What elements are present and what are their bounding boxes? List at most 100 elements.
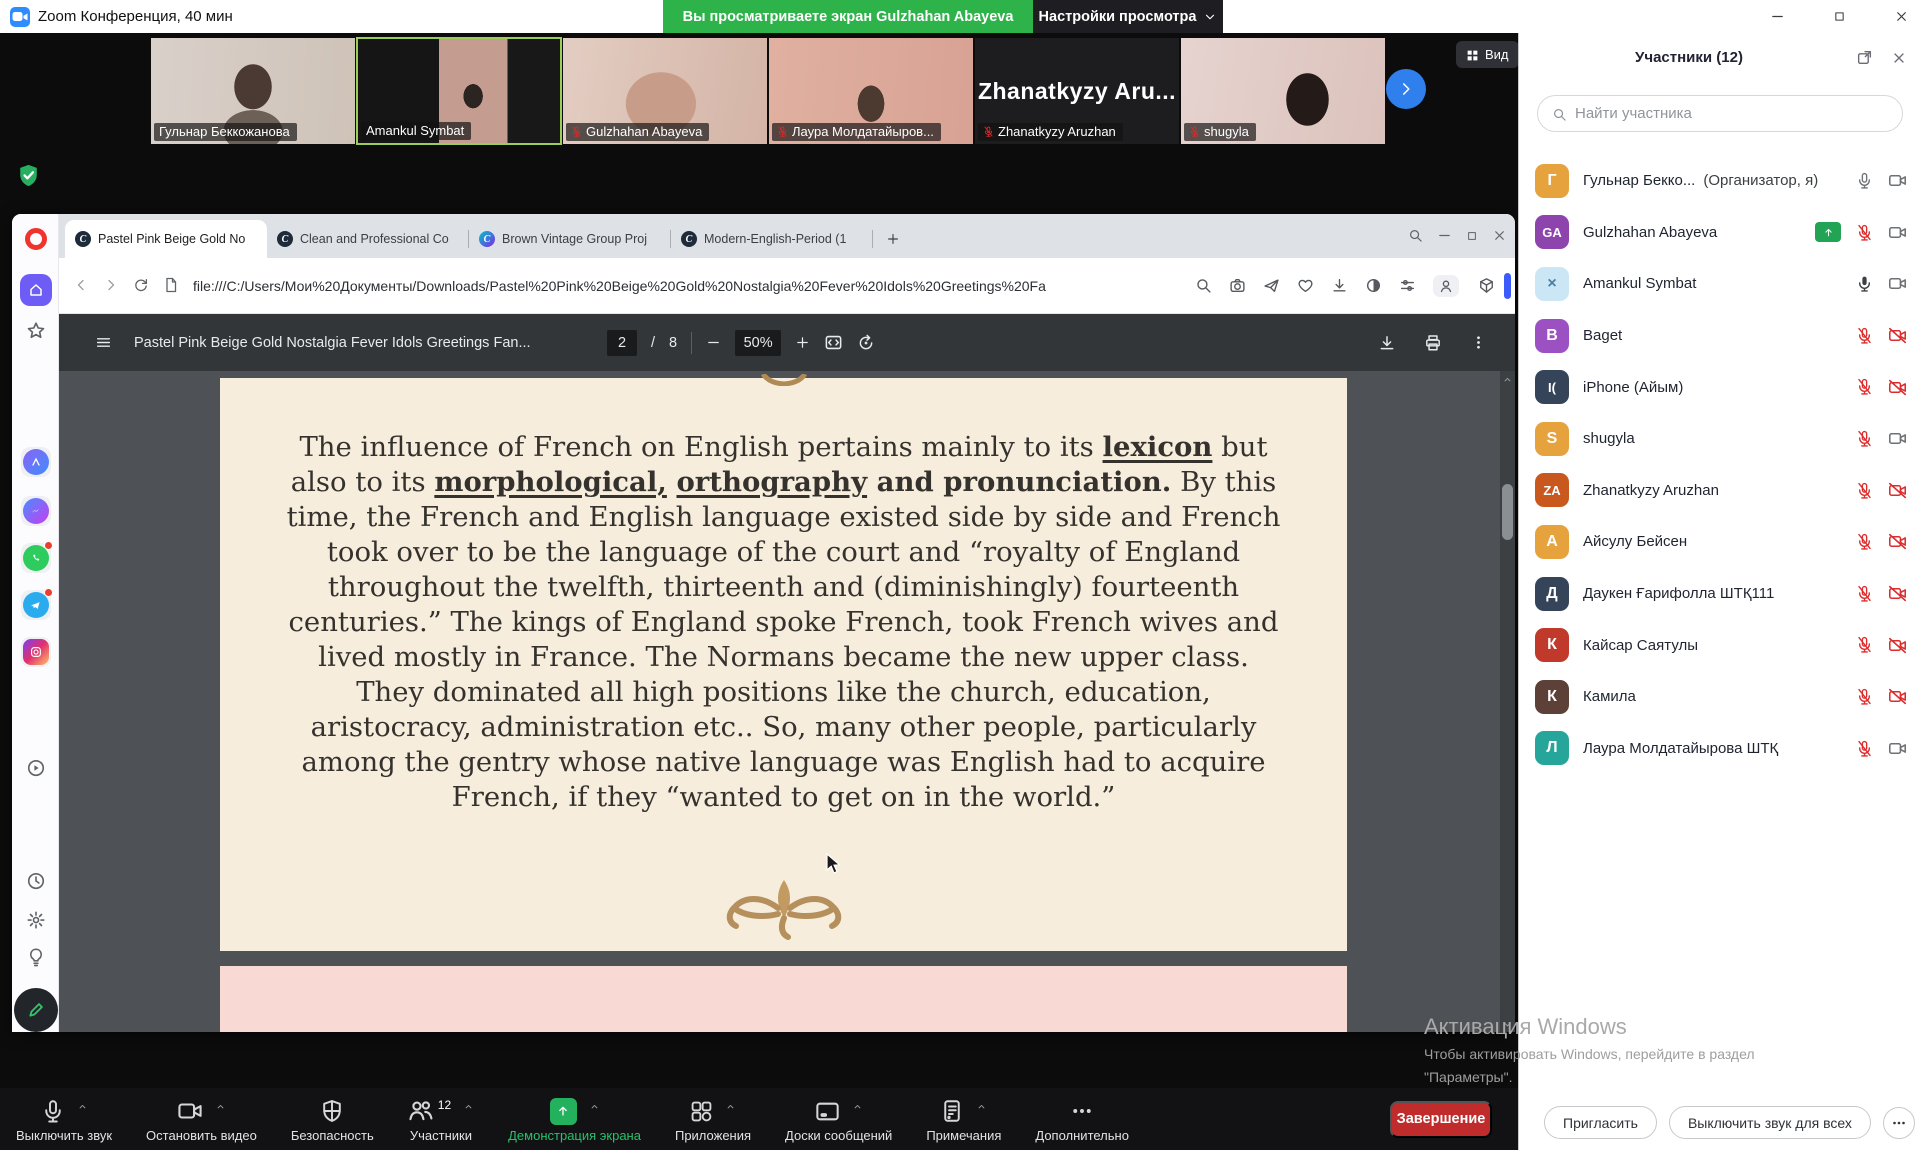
participant-row[interactable]: AАйсулу Бейсен bbox=[1519, 516, 1920, 568]
sidebar-pinboard-pencil[interactable] bbox=[12, 988, 59, 1032]
participant-row[interactable]: ДДаукен Ғарифолла ШТҚ111 bbox=[1519, 568, 1920, 620]
toolbar-shield-button[interactable]: Безопасность bbox=[291, 1095, 374, 1143]
sidebar-heart[interactable]: undefined bbox=[12, 833, 59, 853]
participant-row[interactable]: BBaget bbox=[1519, 310, 1920, 362]
minimize-button[interactable] bbox=[1754, 0, 1800, 33]
sidebar-history[interactable] bbox=[12, 871, 59, 891]
maximize-button[interactable] bbox=[1816, 0, 1862, 33]
sidebar-telegram[interactable] bbox=[12, 590, 59, 620]
browser-search-icon[interactable] bbox=[1408, 227, 1423, 245]
chevron-up-icon bbox=[852, 1101, 863, 1112]
browser-minimize-icon[interactable] bbox=[1437, 227, 1452, 245]
encryption-shield-icon[interactable] bbox=[16, 163, 41, 188]
view-button[interactable]: Вид bbox=[1456, 41, 1519, 68]
sidebar-aria[interactable] bbox=[12, 447, 59, 477]
tab-label: Clean and Professional Co bbox=[300, 232, 449, 246]
tile-name-label: Amankul Symbat bbox=[361, 122, 471, 140]
profile-button[interactable] bbox=[1433, 275, 1459, 297]
pdf-download-button[interactable] bbox=[1378, 334, 1396, 352]
url-field[interactable]: file:///C:/Users/Мои%20Документы/Downloa… bbox=[193, 278, 1113, 294]
participant-row[interactable]: ×Amankul Symbat bbox=[1519, 258, 1920, 310]
toolbar-camera-button[interactable]: Остановить видео bbox=[146, 1095, 257, 1143]
toolbar-share-screen-button[interactable]: Демонстрация экрана bbox=[508, 1095, 641, 1143]
new-tab-button[interactable] bbox=[879, 225, 907, 253]
participant-row[interactable]: ККамила bbox=[1519, 671, 1920, 723]
tweaks-button[interactable] bbox=[1399, 277, 1416, 295]
find-button[interactable] bbox=[1195, 277, 1212, 295]
sidebar-toggle-bar[interactable] bbox=[1504, 273, 1511, 299]
reader-mode-button[interactable] bbox=[1365, 277, 1382, 295]
snapshot-button[interactable] bbox=[1229, 277, 1246, 295]
sidebar-opera-logo[interactable] bbox=[12, 228, 59, 250]
video-tile[interactable]: Гульнар Беккожанова bbox=[150, 37, 356, 145]
participant-row[interactable]: I(iPhone (Айым) bbox=[1519, 361, 1920, 413]
sidebar-whatsapp[interactable] bbox=[12, 543, 59, 573]
pdf-more-button[interactable] bbox=[1470, 334, 1487, 351]
toolbar-more-button[interactable]: Дополнительно bbox=[1035, 1095, 1129, 1143]
sidebar-video-popout[interactable] bbox=[12, 758, 59, 778]
toolbar-participants-button[interactable]: 12Участники bbox=[408, 1095, 474, 1143]
browser-close-icon[interactable] bbox=[1492, 227, 1507, 245]
sidebar-star[interactable] bbox=[12, 321, 59, 341]
participant-row[interactable]: GAGulzhahan Abayeva bbox=[1519, 207, 1920, 259]
next-videos-button[interactable] bbox=[1386, 69, 1426, 109]
zoom-out-button[interactable] bbox=[706, 335, 721, 351]
fit-page-button[interactable] bbox=[824, 333, 843, 352]
participant-row[interactable]: Sshugyla bbox=[1519, 413, 1920, 465]
toolbar-apps-button[interactable]: Приложения bbox=[675, 1095, 751, 1143]
downloads-button[interactable] bbox=[1331, 277, 1348, 295]
panel-close-icon[interactable] bbox=[1891, 49, 1907, 67]
avatar: × bbox=[1535, 267, 1569, 301]
toolbar-mic-button[interactable]: Выключить звук bbox=[16, 1095, 112, 1143]
sidebar-send[interactable]: undefined bbox=[12, 796, 59, 816]
browser-maximize-icon[interactable] bbox=[1466, 227, 1478, 245]
toolbar-notes-button[interactable]: Примечания bbox=[926, 1095, 1001, 1143]
mute-all-button[interactable]: Выключить звук для всех bbox=[1669, 1106, 1871, 1139]
back-icon[interactable] bbox=[73, 277, 89, 295]
scroll-down-icon[interactable] bbox=[1500, 1016, 1515, 1032]
favorites-button[interactable] bbox=[1297, 277, 1314, 295]
send-to-device-button[interactable] bbox=[1263, 277, 1280, 295]
forward-icon[interactable] bbox=[103, 277, 119, 295]
video-tile[interactable]: Zhanatkyzy Aru...Zhanatkyzy Aruzhan bbox=[974, 37, 1180, 145]
footer-more-button[interactable] bbox=[1883, 1107, 1915, 1139]
popout-icon[interactable] bbox=[1856, 49, 1873, 67]
browser-tab[interactable]: CBrown Vintage Group Proj bbox=[469, 220, 671, 258]
avatar: ZA bbox=[1535, 473, 1569, 507]
zoom-level[interactable]: 50% bbox=[735, 330, 781, 356]
page-number-input[interactable]: 2 bbox=[607, 330, 637, 356]
browser-tab[interactable]: CClean and Professional Co bbox=[267, 220, 469, 258]
sidebar-instagram[interactable] bbox=[12, 637, 59, 667]
pdf-menu-icon[interactable] bbox=[95, 334, 112, 351]
rotate-button[interactable] bbox=[857, 334, 875, 352]
extensions-cube-icon[interactable] bbox=[1478, 277, 1495, 294]
browser-tab[interactable]: CPastel Pink Beige Gold No bbox=[65, 220, 267, 258]
scrollbar-thumb[interactable] bbox=[1502, 484, 1513, 540]
sidebar-settings[interactable] bbox=[12, 910, 59, 930]
participant-row[interactable]: ЛЛаура Молдатайырова ШТҚ bbox=[1519, 723, 1920, 775]
toolbar-whiteboard-button[interactable]: Доски сообщений bbox=[785, 1095, 892, 1143]
video-tile[interactable]: Лаура Молдатайыров... bbox=[768, 37, 974, 145]
video-tile[interactable]: Amankul Symbat bbox=[356, 37, 562, 145]
reload-icon[interactable] bbox=[133, 277, 149, 295]
video-tile[interactable]: Gulzhahan Abayeva bbox=[562, 37, 768, 145]
sidebar-messenger[interactable] bbox=[12, 496, 59, 526]
browser-tab[interactable]: CModern-English-Period (1 bbox=[671, 220, 873, 258]
view-settings-button[interactable]: Настройки просмотра bbox=[1033, 0, 1223, 33]
sidebar-home[interactable] bbox=[12, 274, 59, 306]
invite-button[interactable]: Пригласить bbox=[1544, 1106, 1657, 1139]
video-tile[interactable]: shugyla bbox=[1180, 37, 1386, 145]
search-participant-input[interactable]: Найти участника bbox=[1537, 95, 1903, 132]
participant-row[interactable]: ГГульнар Бекко...(Организатор, я) bbox=[1519, 155, 1920, 207]
participant-row[interactable]: ZAZhanatkyzy Aruzhan bbox=[1519, 465, 1920, 517]
scroll-up-icon[interactable] bbox=[1500, 371, 1515, 387]
participant-row[interactable]: ККайсар Саятулы bbox=[1519, 619, 1920, 671]
kebab-icon bbox=[1470, 334, 1487, 351]
close-button[interactable] bbox=[1878, 0, 1920, 33]
sidebar-ideas[interactable] bbox=[12, 947, 59, 967]
end-meeting-button[interactable]: Завершение bbox=[1390, 1101, 1492, 1138]
panel-footer: Пригласить Выключить звук для всех bbox=[1519, 1095, 1920, 1150]
pdf-scrollbar[interactable] bbox=[1500, 371, 1515, 1032]
pdf-print-button[interactable] bbox=[1424, 334, 1442, 352]
zoom-in-button[interactable] bbox=[795, 335, 810, 351]
